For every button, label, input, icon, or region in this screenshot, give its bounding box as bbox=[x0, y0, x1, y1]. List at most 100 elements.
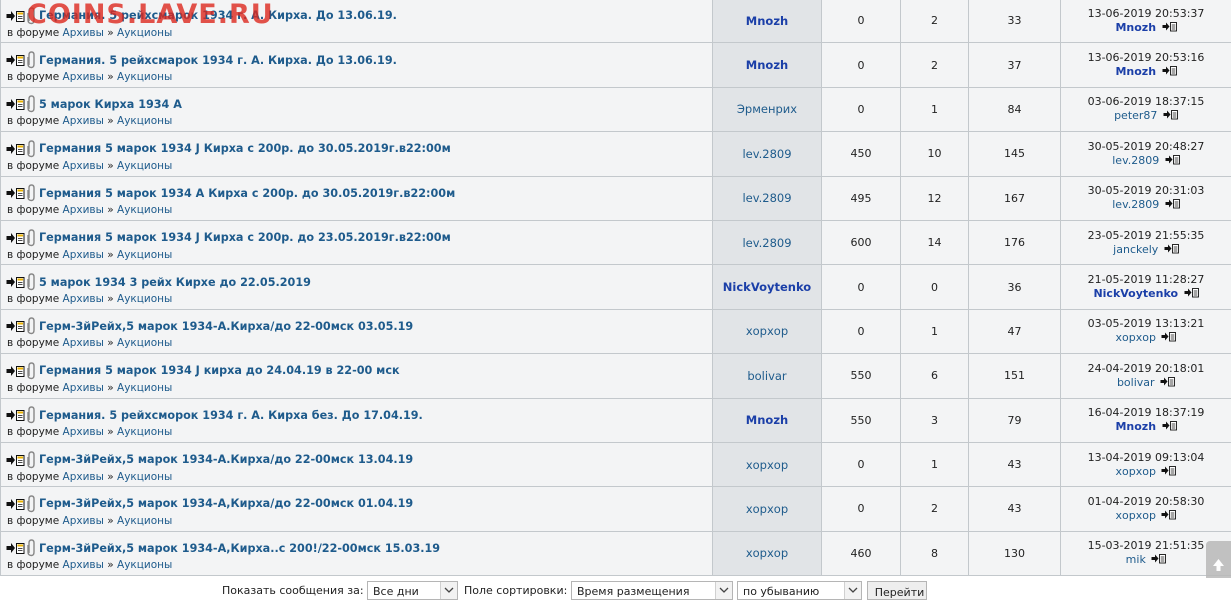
go-to-first-unread-icon[interactable] bbox=[6, 275, 25, 289]
forum-link-archives[interactable]: Архивы bbox=[63, 515, 104, 527]
sort-order-select[interactable]: по убыванию bbox=[737, 581, 862, 600]
thread-author-link[interactable]: хорхор bbox=[746, 502, 788, 516]
go-to-first-unread-icon[interactable] bbox=[6, 186, 25, 200]
go-to-last-post-icon[interactable] bbox=[1160, 376, 1175, 387]
last-post-user-link[interactable]: mik bbox=[1126, 553, 1146, 566]
thread-author-link[interactable]: lev.2809 bbox=[742, 236, 791, 250]
go-to-last-post-icon[interactable] bbox=[1162, 65, 1177, 76]
go-to-first-unread-icon[interactable] bbox=[6, 497, 25, 511]
sort-field-select[interactable]: Время размещения bbox=[571, 581, 733, 600]
forum-link-archives[interactable]: Архивы bbox=[63, 249, 104, 261]
thread-views-cell: 36 bbox=[969, 265, 1061, 309]
last-post-user-link[interactable]: bolivar bbox=[1117, 376, 1155, 389]
go-to-last-post-icon[interactable] bbox=[1162, 21, 1177, 32]
apply-filter-button[interactable]: Перейти bbox=[867, 581, 927, 600]
last-post-user-link[interactable]: Mnozh bbox=[1115, 65, 1156, 78]
thread-title-link[interactable]: Германия. 5 рейхсмарок 1934 г. А. Кирха.… bbox=[39, 9, 397, 22]
forum-link-archives[interactable]: Архивы bbox=[63, 71, 104, 83]
forum-link-auctions[interactable]: Аукционы bbox=[117, 559, 172, 571]
go-to-first-unread-icon[interactable] bbox=[6, 231, 25, 245]
forum-link-archives[interactable]: Архивы bbox=[63, 559, 104, 571]
thread-title-link[interactable]: Германия 5 марок 1934 J Кирха с 200р. до… bbox=[39, 142, 451, 155]
thread-title-link[interactable]: Герм-3йРейх,5 марок 1934-А,Кирха..с 200!… bbox=[39, 542, 440, 555]
forum-link-auctions[interactable]: Аукционы bbox=[117, 426, 172, 438]
thread-author-cell: lev.2809 bbox=[713, 220, 822, 264]
go-to-first-unread-icon[interactable] bbox=[6, 53, 25, 67]
last-post-user-link[interactable]: Mnozh bbox=[1115, 21, 1156, 34]
thread-title-link[interactable]: Герм-3йРейх,5 марок 1934-А,Кирха/до 22-0… bbox=[39, 497, 413, 510]
thread-author-link[interactable]: bolivar bbox=[747, 369, 786, 383]
forum-link-auctions[interactable]: Аукционы bbox=[117, 515, 172, 527]
forum-link-auctions[interactable]: Аукционы bbox=[117, 115, 172, 127]
forum-link-auctions[interactable]: Аукционы bbox=[117, 27, 172, 39]
go-to-first-unread-icon[interactable] bbox=[6, 142, 25, 156]
forum-link-auctions[interactable]: Аукционы bbox=[117, 204, 172, 216]
go-to-last-post-icon[interactable] bbox=[1161, 465, 1176, 476]
thread-author-link[interactable]: lev.2809 bbox=[742, 147, 791, 161]
forum-link-archives[interactable]: Архивы bbox=[63, 204, 104, 216]
forum-link-auctions[interactable]: Аукционы bbox=[117, 382, 172, 394]
thread-author-link[interactable]: хорхор bbox=[746, 458, 788, 472]
thread-author-link[interactable]: хорхор bbox=[746, 546, 788, 560]
last-post-user-link[interactable]: janckely bbox=[1113, 243, 1158, 256]
thread-author-link[interactable]: хорхор bbox=[746, 324, 788, 338]
go-to-first-unread-icon[interactable] bbox=[6, 453, 25, 467]
last-post-user-link[interactable]: хорхор bbox=[1116, 331, 1156, 344]
go-to-last-post-icon[interactable] bbox=[1161, 509, 1176, 520]
thread-author-cell: NickVoytenko bbox=[713, 265, 822, 309]
go-to-last-post-icon[interactable] bbox=[1164, 243, 1179, 254]
thread-author-link[interactable]: Эрменрих bbox=[737, 102, 797, 116]
go-to-last-post-icon[interactable] bbox=[1184, 287, 1199, 298]
forum-link-auctions[interactable]: Аукционы bbox=[117, 337, 172, 349]
go-to-last-post-icon[interactable] bbox=[1161, 331, 1176, 342]
forum-link-archives[interactable]: Архивы bbox=[63, 471, 104, 483]
thread-title-link[interactable]: Германия. 5 рейхсморок 1934 г. А. Кирха … bbox=[39, 409, 423, 422]
thread-title-link[interactable]: Герм-3йРейх,5 марок 1934-А.Кирха/до 22-0… bbox=[39, 453, 413, 466]
go-to-first-unread-icon[interactable] bbox=[6, 319, 25, 333]
last-post-user-link[interactable]: хорхор bbox=[1116, 465, 1156, 478]
forum-link-archives[interactable]: Архивы bbox=[63, 382, 104, 394]
go-to-last-post-icon[interactable] bbox=[1165, 154, 1180, 165]
thread-author-link[interactable]: Mnozh bbox=[746, 58, 788, 72]
go-to-first-unread-icon[interactable] bbox=[6, 97, 25, 111]
last-post-user-link[interactable]: peter87 bbox=[1114, 109, 1157, 122]
forum-link-archives[interactable]: Архивы bbox=[63, 115, 104, 127]
thread-author-link[interactable]: Mnozh bbox=[746, 413, 788, 427]
forum-link-archives[interactable]: Архивы bbox=[63, 293, 104, 305]
show-period-select[interactable]: Все дни bbox=[367, 581, 458, 600]
last-post-user-link[interactable]: lev.2809 bbox=[1112, 154, 1159, 167]
forum-link-auctions[interactable]: Аукционы bbox=[117, 71, 172, 83]
thread-title-link[interactable]: Германия 5 марок 1934 J Кирха с 200р. до… bbox=[39, 231, 451, 244]
thread-title-link[interactable]: 5 марок 1934 3 рейх Кирхе до 22.05.2019 bbox=[39, 276, 311, 289]
forum-link-auctions[interactable]: Аукционы bbox=[117, 249, 172, 261]
last-post-user-link[interactable]: Mnozh bbox=[1115, 420, 1156, 433]
thread-title-link[interactable]: Германия 5 марок 1934 А Кирха с 200р. до… bbox=[39, 187, 455, 200]
thread-title-link[interactable]: Германия. 5 рейхсмарок 1934 г. А. Кирха.… bbox=[39, 54, 397, 67]
thread-author-link[interactable]: NickVoytenko bbox=[723, 280, 811, 294]
thread-title-cell: Герм-3йРейх,5 марок 1934-А,Кирха..с 200!… bbox=[1, 531, 713, 575]
forum-link-auctions[interactable]: Аукционы bbox=[117, 293, 172, 305]
last-post-user-link[interactable]: хорхор bbox=[1116, 509, 1156, 522]
forum-link-auctions[interactable]: Аукционы bbox=[117, 471, 172, 483]
last-post-user-link[interactable]: NickVoytenko bbox=[1093, 287, 1178, 300]
forum-link-auctions[interactable]: Аукционы bbox=[117, 160, 172, 172]
thread-author-link[interactable]: lev.2809 bbox=[742, 191, 791, 205]
forum-link-archives[interactable]: Архивы bbox=[63, 337, 104, 349]
go-to-first-unread-icon[interactable] bbox=[6, 364, 25, 378]
thread-title-link[interactable]: Германия 5 марок 1934 J кирха до 24.04.1… bbox=[39, 364, 400, 377]
go-to-last-post-icon[interactable] bbox=[1163, 109, 1178, 120]
go-to-last-post-icon[interactable] bbox=[1151, 553, 1166, 564]
forum-link-archives[interactable]: Архивы bbox=[63, 426, 104, 438]
go-to-last-post-icon[interactable] bbox=[1162, 420, 1177, 431]
last-post-user-link[interactable]: lev.2809 bbox=[1112, 198, 1159, 211]
forum-link-archives[interactable]: Архивы bbox=[63, 160, 104, 172]
last-post-date: 03-05-2019 13:13:21 bbox=[1061, 317, 1231, 331]
forum-link-archives[interactable]: Архивы bbox=[63, 27, 104, 39]
go-to-first-unread-icon[interactable] bbox=[6, 541, 25, 555]
go-to-last-post-icon[interactable] bbox=[1165, 198, 1180, 209]
go-to-first-unread-icon[interactable] bbox=[6, 408, 25, 422]
thread-author-link[interactable]: Mnozh bbox=[746, 14, 788, 28]
thread-title-link[interactable]: 5 марок Кирха 1934 А bbox=[39, 98, 182, 111]
thread-title-link[interactable]: Герм-3йРейх,5 марок 1934-А.Кирха/до 22-0… bbox=[39, 320, 413, 333]
go-to-first-unread-icon[interactable] bbox=[6, 9, 25, 23]
